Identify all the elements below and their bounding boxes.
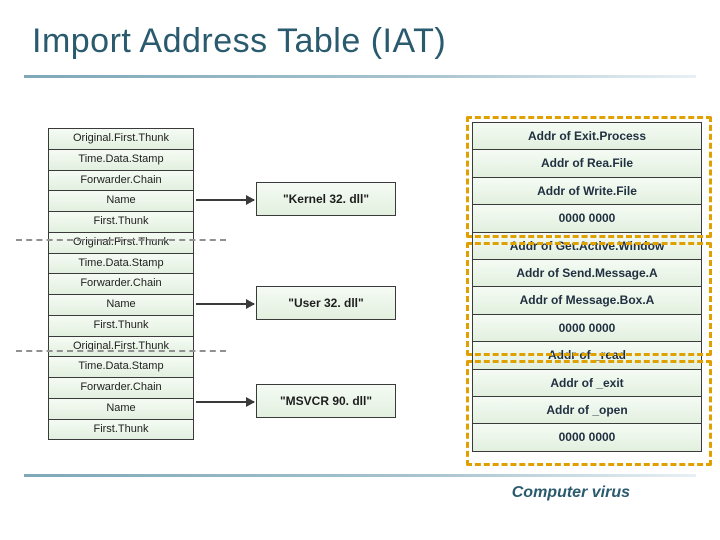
descriptor-row: Name bbox=[49, 191, 193, 212]
arrow-name-to-user bbox=[196, 303, 254, 305]
footer-label: Computer virus bbox=[512, 484, 630, 502]
descriptor-row: First.Thunk bbox=[49, 316, 193, 337]
descriptor-row: Time.Data.Stamp bbox=[49, 357, 193, 378]
iat-row: Addr of Send.Message.A bbox=[473, 260, 701, 287]
page-title: Import Address Table (IAT) bbox=[0, 0, 720, 61]
descriptor-row: First.Thunk bbox=[49, 212, 193, 233]
footer-divider bbox=[24, 474, 696, 477]
iat-row: 0000 0000 bbox=[473, 205, 701, 232]
descriptor-row: First.Thunk bbox=[49, 420, 193, 440]
group-divider bbox=[16, 239, 226, 241]
iat-row: Addr of Exit.Process bbox=[473, 123, 701, 150]
descriptor-row: Time.Data.Stamp bbox=[49, 254, 193, 275]
dll-name-user32: "User 32. dll" bbox=[256, 286, 396, 320]
iat-row: Addr of _exit bbox=[473, 370, 701, 397]
iat-row: 0000 0000 bbox=[473, 315, 701, 342]
iat-row: Addr of Write.File bbox=[473, 178, 701, 205]
dll-name-kernel32: "Kernel 32. dll" bbox=[256, 182, 396, 216]
iat-row: Addr of _read bbox=[473, 342, 701, 369]
iat-row: Addr of Get.Active.Window bbox=[473, 233, 701, 260]
iat-row: Addr of _open bbox=[473, 397, 701, 424]
descriptor-row: Forwarder.Chain bbox=[49, 378, 193, 399]
arrow-name-to-kernel bbox=[196, 199, 254, 201]
iat-row: Addr of Rea.File bbox=[473, 150, 701, 177]
iat-address-table: Addr of Exit.Process Addr of Rea.File Ad… bbox=[472, 122, 702, 452]
descriptor-row: Forwarder.Chain bbox=[49, 171, 193, 192]
descriptor-row: Name bbox=[49, 295, 193, 316]
title-divider bbox=[24, 75, 696, 78]
arrow-name-to-msvcr bbox=[196, 401, 254, 403]
descriptor-row: Original.First.Thunk bbox=[49, 129, 193, 150]
diagram-stage: Original.First.Thunk Time.Data.Stamp For… bbox=[0, 106, 720, 504]
iat-row: Addr of Message.Box.A bbox=[473, 287, 701, 314]
descriptor-row: Time.Data.Stamp bbox=[49, 150, 193, 171]
iat-row: 0000 0000 bbox=[473, 424, 701, 450]
dll-name-msvcr90: "MSVCR 90. dll" bbox=[256, 384, 396, 418]
group-divider bbox=[16, 350, 226, 352]
import-descriptor-table: Original.First.Thunk Time.Data.Stamp For… bbox=[48, 128, 194, 440]
descriptor-row: Original.First.Thunk bbox=[49, 337, 193, 358]
descriptor-row: Original.First.Thunk bbox=[49, 233, 193, 254]
descriptor-row: Name bbox=[49, 399, 193, 420]
descriptor-row: Forwarder.Chain bbox=[49, 274, 193, 295]
